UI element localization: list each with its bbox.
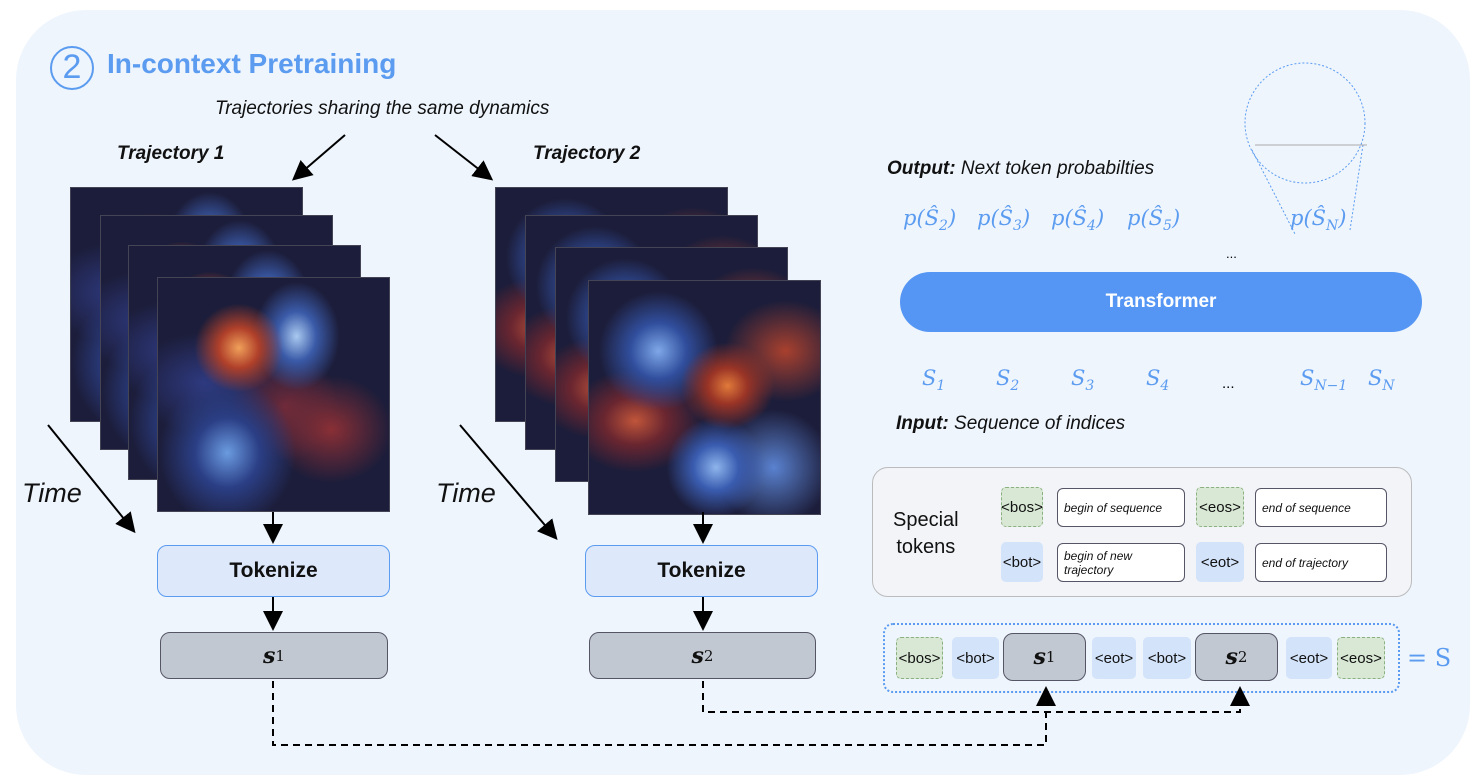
- time-arrow-2: [459, 424, 558, 541]
- time-arrow-1: [47, 424, 136, 534]
- arrow-to-trajectory-1: [291, 134, 346, 181]
- arrow-to-trajectory-2: [434, 134, 494, 181]
- dashed-link-s2: [702, 681, 1250, 713]
- arrows-layer: [47, 62, 1367, 746]
